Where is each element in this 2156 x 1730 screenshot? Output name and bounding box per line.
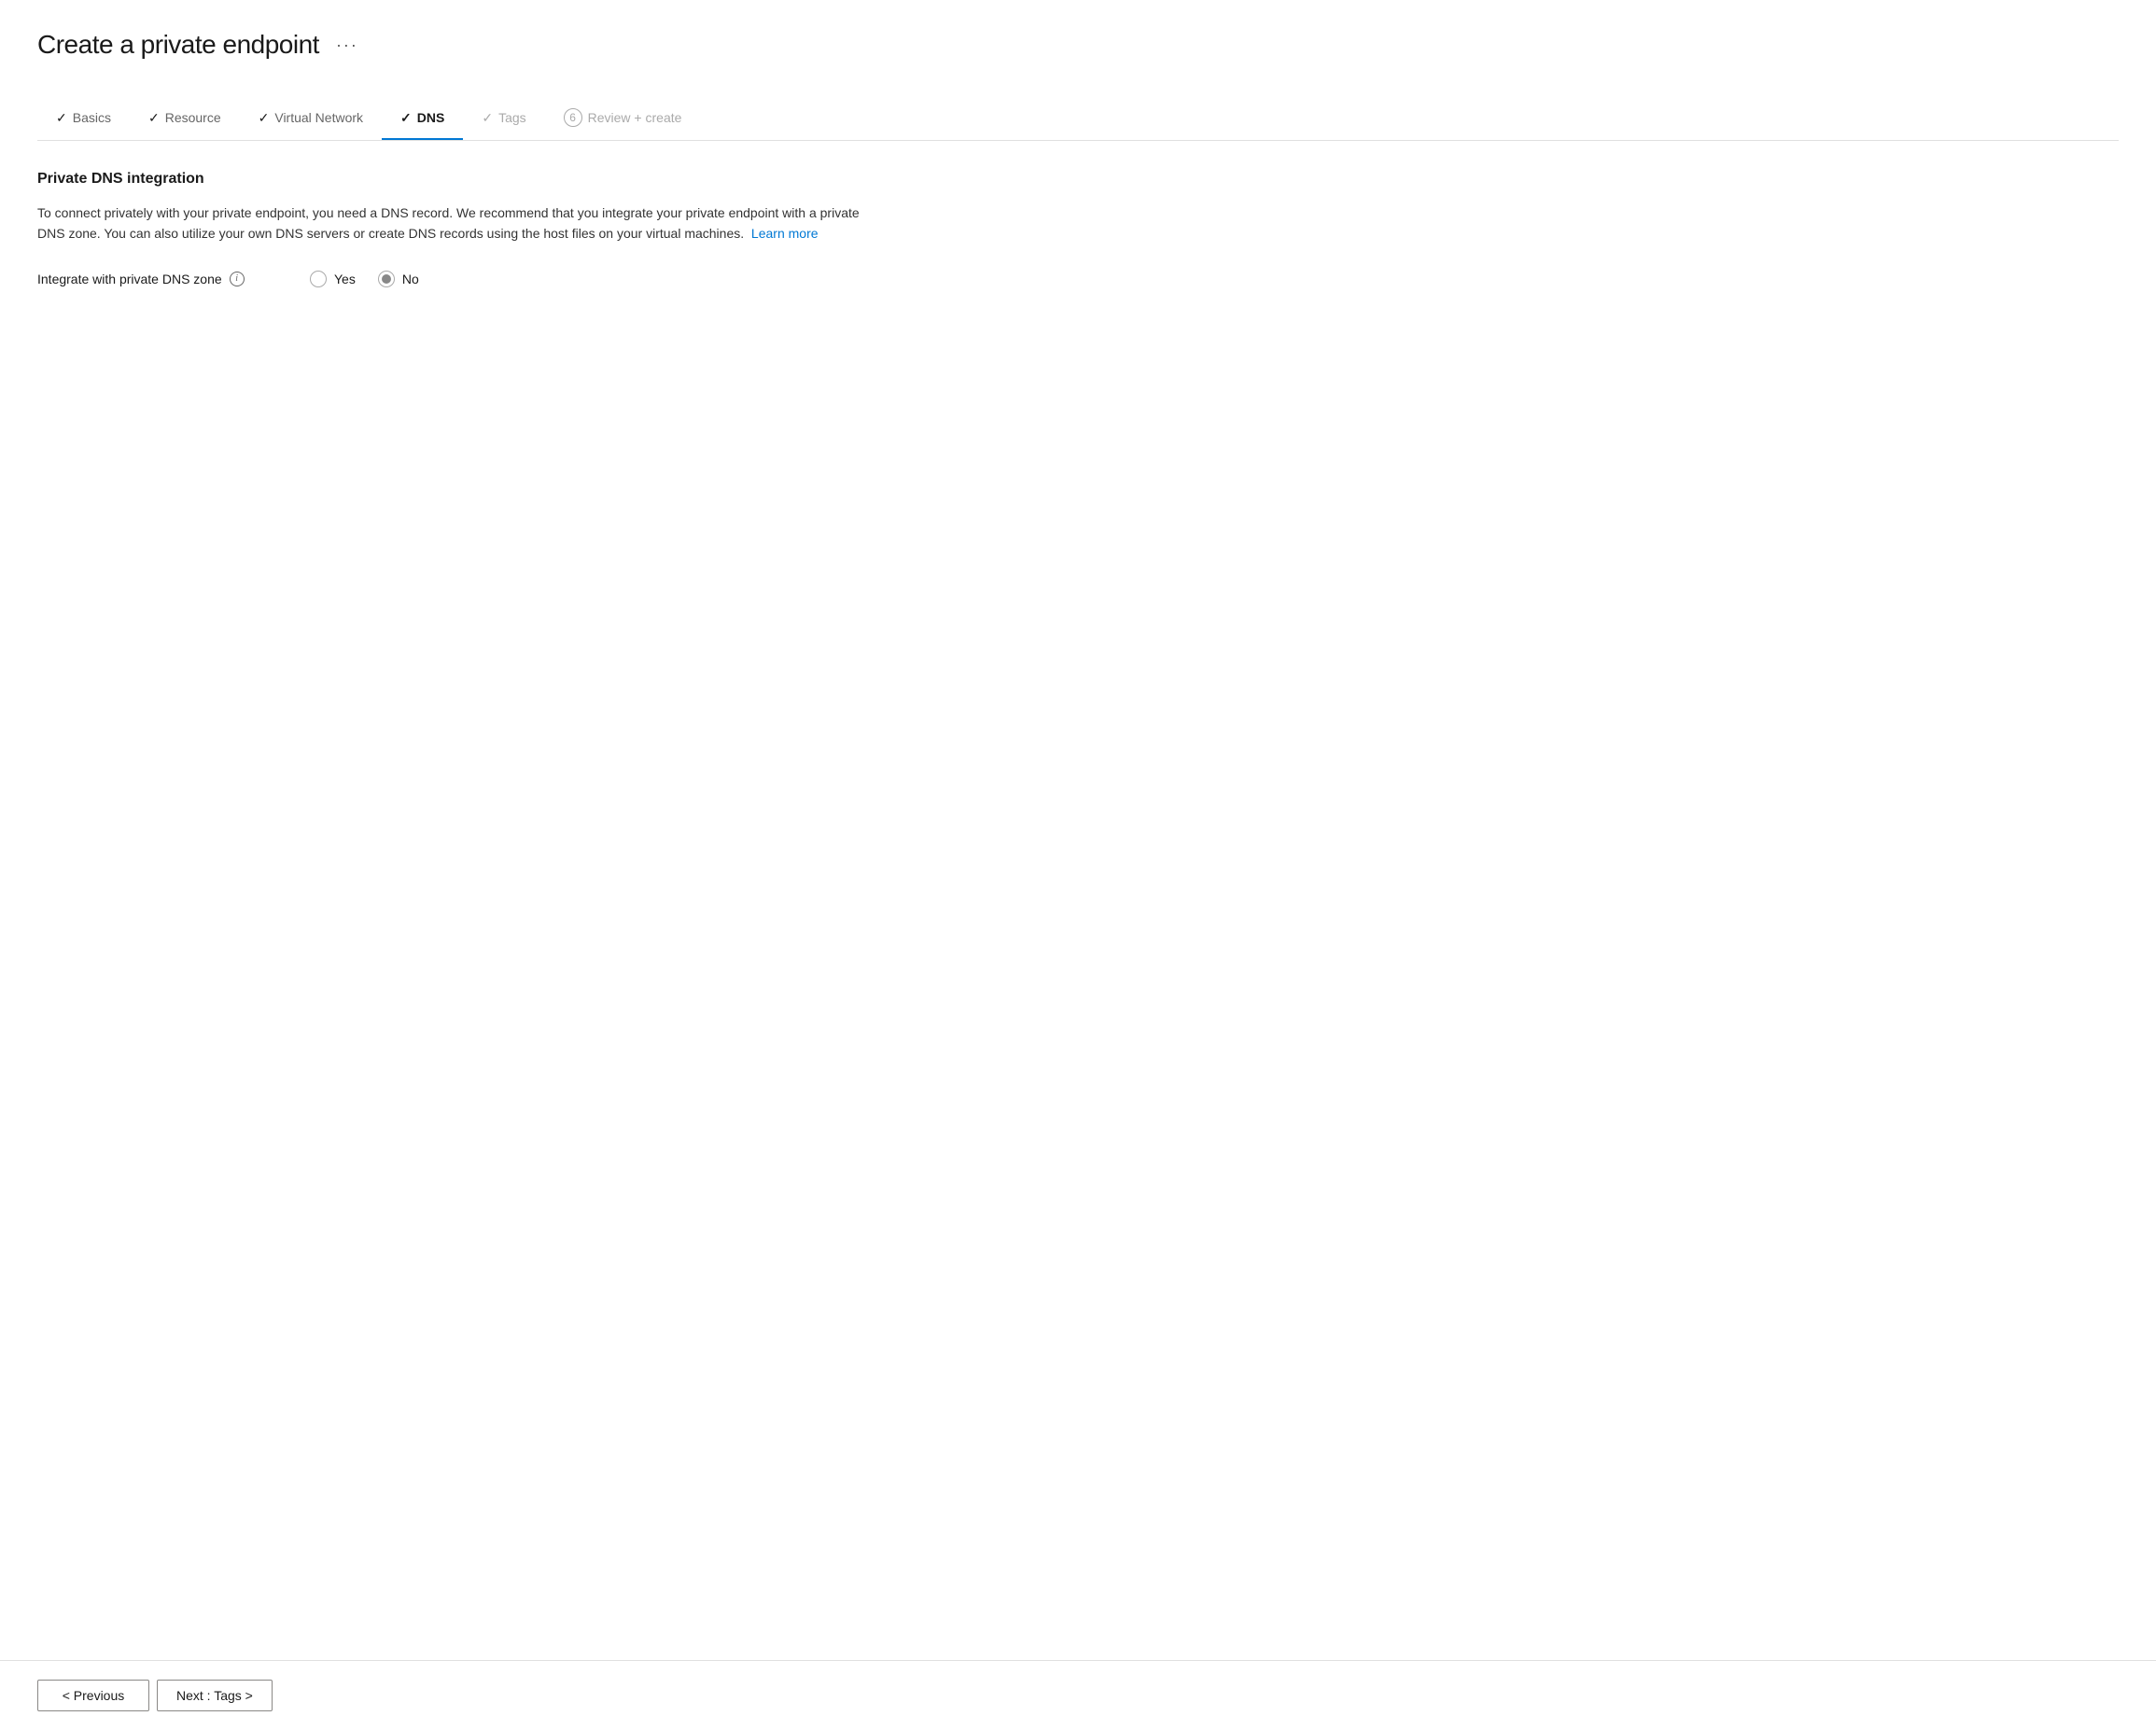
page-title: Create a private endpoint [37, 30, 319, 60]
footer: < Previous Next : Tags > [0, 1660, 2156, 1730]
info-icon[interactable]: i [230, 272, 245, 286]
previous-button[interactable]: < Previous [37, 1680, 149, 1711]
tab-dns[interactable]: ✓ DNS [382, 99, 463, 139]
tab-resource-label: Resource [165, 110, 221, 125]
section-title: Private DNS integration [37, 171, 877, 188]
radio-group: Yes No [310, 271, 419, 287]
description-text: To connect privately with your private e… [37, 202, 877, 244]
learn-more-link[interactable]: Learn more [751, 226, 819, 241]
tab-basics-label: Basics [73, 110, 111, 125]
tab-tags-check: ✓ [482, 110, 493, 126]
tab-review-number: 6 [564, 108, 582, 127]
tab-tags-label: Tags [498, 110, 526, 125]
radio-no-inner [382, 274, 391, 284]
radio-no-label: No [402, 272, 419, 286]
radio-yes-label: Yes [334, 272, 356, 286]
field-label-container: Integrate with private DNS zone i [37, 272, 280, 286]
page-container: Create a private endpoint ··· ✓ Basics ✓… [0, 0, 2156, 1660]
tab-review-create[interactable]: 6 Review + create [545, 97, 701, 140]
tab-virtual-network[interactable]: ✓ Virtual Network [240, 99, 382, 139]
radio-option-no[interactable]: No [378, 271, 419, 287]
ellipsis-menu-button[interactable]: ··· [330, 34, 364, 57]
tab-basics-check: ✓ [56, 110, 67, 126]
radio-no-outer[interactable] [378, 271, 395, 287]
tab-virtual-network-check: ✓ [259, 110, 270, 126]
description-body: To connect privately with your private e… [37, 205, 860, 241]
content-area: Private DNS integration To connect priva… [37, 171, 877, 1660]
tab-virtual-network-label: Virtual Network [274, 110, 363, 125]
next-button[interactable]: Next : Tags > [157, 1680, 273, 1711]
radio-yes-outer[interactable] [310, 271, 327, 287]
wizard-tabs: ✓ Basics ✓ Resource ✓ Virtual Network ✓ … [37, 97, 2119, 141]
tab-dns-label: DNS [417, 110, 445, 125]
radio-option-yes[interactable]: Yes [310, 271, 356, 287]
page-title-row: Create a private endpoint ··· [37, 30, 2119, 60]
tab-dns-check: ✓ [400, 110, 412, 126]
tab-tags[interactable]: ✓ Tags [463, 99, 544, 139]
field-label-text: Integrate with private DNS zone [37, 272, 222, 286]
tab-resource-check: ✓ [148, 110, 160, 126]
tab-basics[interactable]: ✓ Basics [37, 99, 130, 139]
tab-review-create-label: Review + create [588, 110, 682, 125]
tab-resource[interactable]: ✓ Resource [130, 99, 240, 139]
dns-integration-row: Integrate with private DNS zone i Yes No [37, 271, 877, 287]
